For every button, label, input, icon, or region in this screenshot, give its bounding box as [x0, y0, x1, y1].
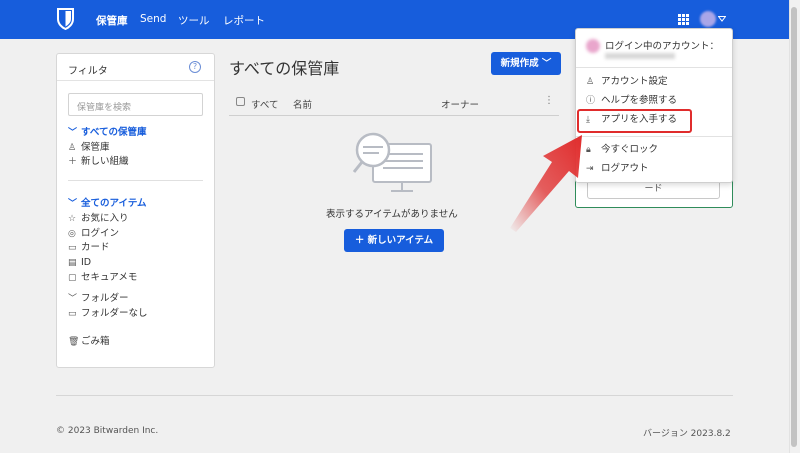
- filter-title: フィルタ: [68, 66, 108, 77]
- new-item-label: 新しいアイテム: [367, 235, 434, 246]
- filter-folders[interactable]: ﹀ フォルダー: [68, 292, 129, 305]
- menu-logout[interactable]: ⇥ ログアウト: [586, 162, 649, 176]
- menu-lock-now[interactable]: 🔒︎ 今すぐロック: [586, 143, 658, 157]
- filter-secure-note[interactable]: ▢ セキュアメモ: [68, 271, 137, 284]
- divider: [576, 67, 732, 68]
- nav-tools[interactable]: ツール: [178, 13, 210, 28]
- page-scrollbar-thumb[interactable]: [791, 7, 797, 447]
- id-card-icon: ▤: [68, 258, 77, 268]
- filter-my-vault-label: 保管庫: [81, 142, 110, 153]
- divider: [68, 180, 203, 181]
- filter-all-vaults-label: すべての保管庫: [81, 127, 147, 138]
- filter-no-folder-label: フォルダーなし: [81, 308, 148, 319]
- page-title: すべての保管庫: [229, 59, 340, 78]
- filter-panel: フィルタ ? 保管庫を検索 ﹀ すべての保管庫 ♙ 保管庫 ＋新しい組織 ﹀ 全てのア…: [56, 53, 215, 368]
- account-email-blurred: [605, 53, 675, 59]
- footer-copyright: © 2023 Bitwarden Inc.: [56, 426, 159, 436]
- search-input[interactable]: 保管庫を検索: [68, 93, 203, 116]
- filter-header: フィルタ ?: [57, 54, 214, 81]
- filter-identity[interactable]: ▤ ID: [68, 256, 91, 269]
- menu-account-settings-label: アカウント設定: [601, 76, 668, 87]
- menu-help-label: ヘルプを参照する: [601, 95, 678, 106]
- table-header: すべて 名前 オーナー ⋮: [229, 92, 559, 116]
- filter-favorites-label: お気に入り: [81, 213, 129, 224]
- filter-identity-label: ID: [81, 257, 92, 268]
- help-circle-icon: ⓘ: [586, 96, 596, 106]
- star-icon: ☆: [68, 214, 77, 224]
- new-button-label: 新規作成: [500, 58, 539, 69]
- account-dropdown: ログイン中のアカウント： ♙ アカウント設定 ⓘ ヘルプを参照する ⤓ アプリを入手す…: [575, 28, 733, 183]
- sign-out-icon: ⇥: [586, 164, 594, 174]
- nav-send[interactable]: Send: [140, 13, 166, 25]
- footer-version: バージョン 2023.8.2: [643, 429, 731, 439]
- filter-login[interactable]: ◎ ログイン: [68, 227, 119, 240]
- column-owner: オーナー: [441, 100, 480, 111]
- filter-login-label: ログイン: [81, 228, 120, 239]
- divider: [576, 136, 732, 137]
- user-icon: ♙: [68, 143, 77, 153]
- globe-icon: ◎: [68, 229, 76, 239]
- credit-card-icon: ▭: [68, 243, 77, 253]
- plus-icon: ＋: [354, 235, 368, 246]
- more-options-icon[interactable]: ⋮: [544, 95, 554, 106]
- empty-vault-illustration: [353, 132, 432, 192]
- menu-logout-label: ログアウト: [601, 163, 649, 174]
- menu-lock-now-label: 今すぐロック: [601, 144, 659, 155]
- lock-icon: 🔒︎: [586, 145, 591, 155]
- bitwarden-logo-icon[interactable]: [57, 8, 74, 30]
- filter-all-vaults[interactable]: ﹀ すべての保管庫: [68, 126, 146, 139]
- avatar[interactable]: [700, 11, 716, 27]
- folder-icon: ▭: [68, 309, 77, 319]
- filter-all-items-label: 全てのアイテム: [81, 198, 147, 209]
- chevron-down-icon: ﹀: [541, 58, 552, 69]
- footer-divider: [56, 395, 733, 396]
- filter-folders-label: フォルダー: [81, 293, 129, 304]
- sticky-note-icon: ▢: [68, 273, 77, 283]
- chevron-down-icon: ﹀: [68, 128, 78, 138]
- select-all-checkbox[interactable]: [236, 97, 245, 106]
- filter-trash[interactable]: 🗑 ごみ箱: [68, 335, 110, 348]
- menu-help[interactable]: ⓘ ヘルプを参照する: [586, 94, 677, 108]
- trash-icon: 🗑: [68, 337, 80, 347]
- user-icon: ♙: [586, 77, 595, 87]
- filter-card-label: カード: [81, 242, 110, 253]
- column-all[interactable]: すべて: [251, 97, 278, 111]
- nav-vault[interactable]: 保管庫: [96, 13, 128, 28]
- help-circle-icon[interactable]: ?: [189, 61, 201, 73]
- filter-secure-note-label: セキュアメモ: [81, 272, 138, 283]
- highlight-box: [577, 109, 692, 133]
- filter-trash-label: ごみ箱: [81, 336, 110, 347]
- plus-icon: ＋: [68, 157, 78, 167]
- filter-all-items[interactable]: ﹀ 全てのアイテム: [68, 197, 147, 210]
- nav-reports[interactable]: レポート: [223, 13, 265, 28]
- app-grid-icon[interactable]: [678, 14, 689, 25]
- column-name: 名前: [293, 100, 313, 111]
- chevron-down-icon[interactable]: [718, 16, 726, 22]
- account-label: ログイン中のアカウント：: [605, 41, 720, 52]
- filter-my-vault[interactable]: ♙ 保管庫: [68, 141, 110, 154]
- filter-new-org[interactable]: ＋新しい組織: [68, 155, 129, 168]
- empty-state-text: 表示するアイテムがありません: [326, 209, 458, 220]
- chevron-down-icon: ﹀: [68, 294, 78, 304]
- avatar: [586, 39, 600, 53]
- menu-account-settings[interactable]: ♙ アカウント設定: [586, 75, 668, 89]
- filter-card[interactable]: ▭ カード: [68, 241, 110, 254]
- new-button[interactable]: 新規作成 ﹀: [491, 52, 561, 75]
- chevron-down-icon: ﹀: [68, 199, 78, 209]
- filter-new-org-label: 新しい組織: [81, 156, 129, 167]
- filter-no-folder[interactable]: ▭ フォルダーなし: [68, 307, 148, 320]
- filter-favorites[interactable]: ☆ お気に入り: [68, 212, 129, 225]
- new-item-button[interactable]: ＋ 新しいアイテム: [344, 229, 444, 252]
